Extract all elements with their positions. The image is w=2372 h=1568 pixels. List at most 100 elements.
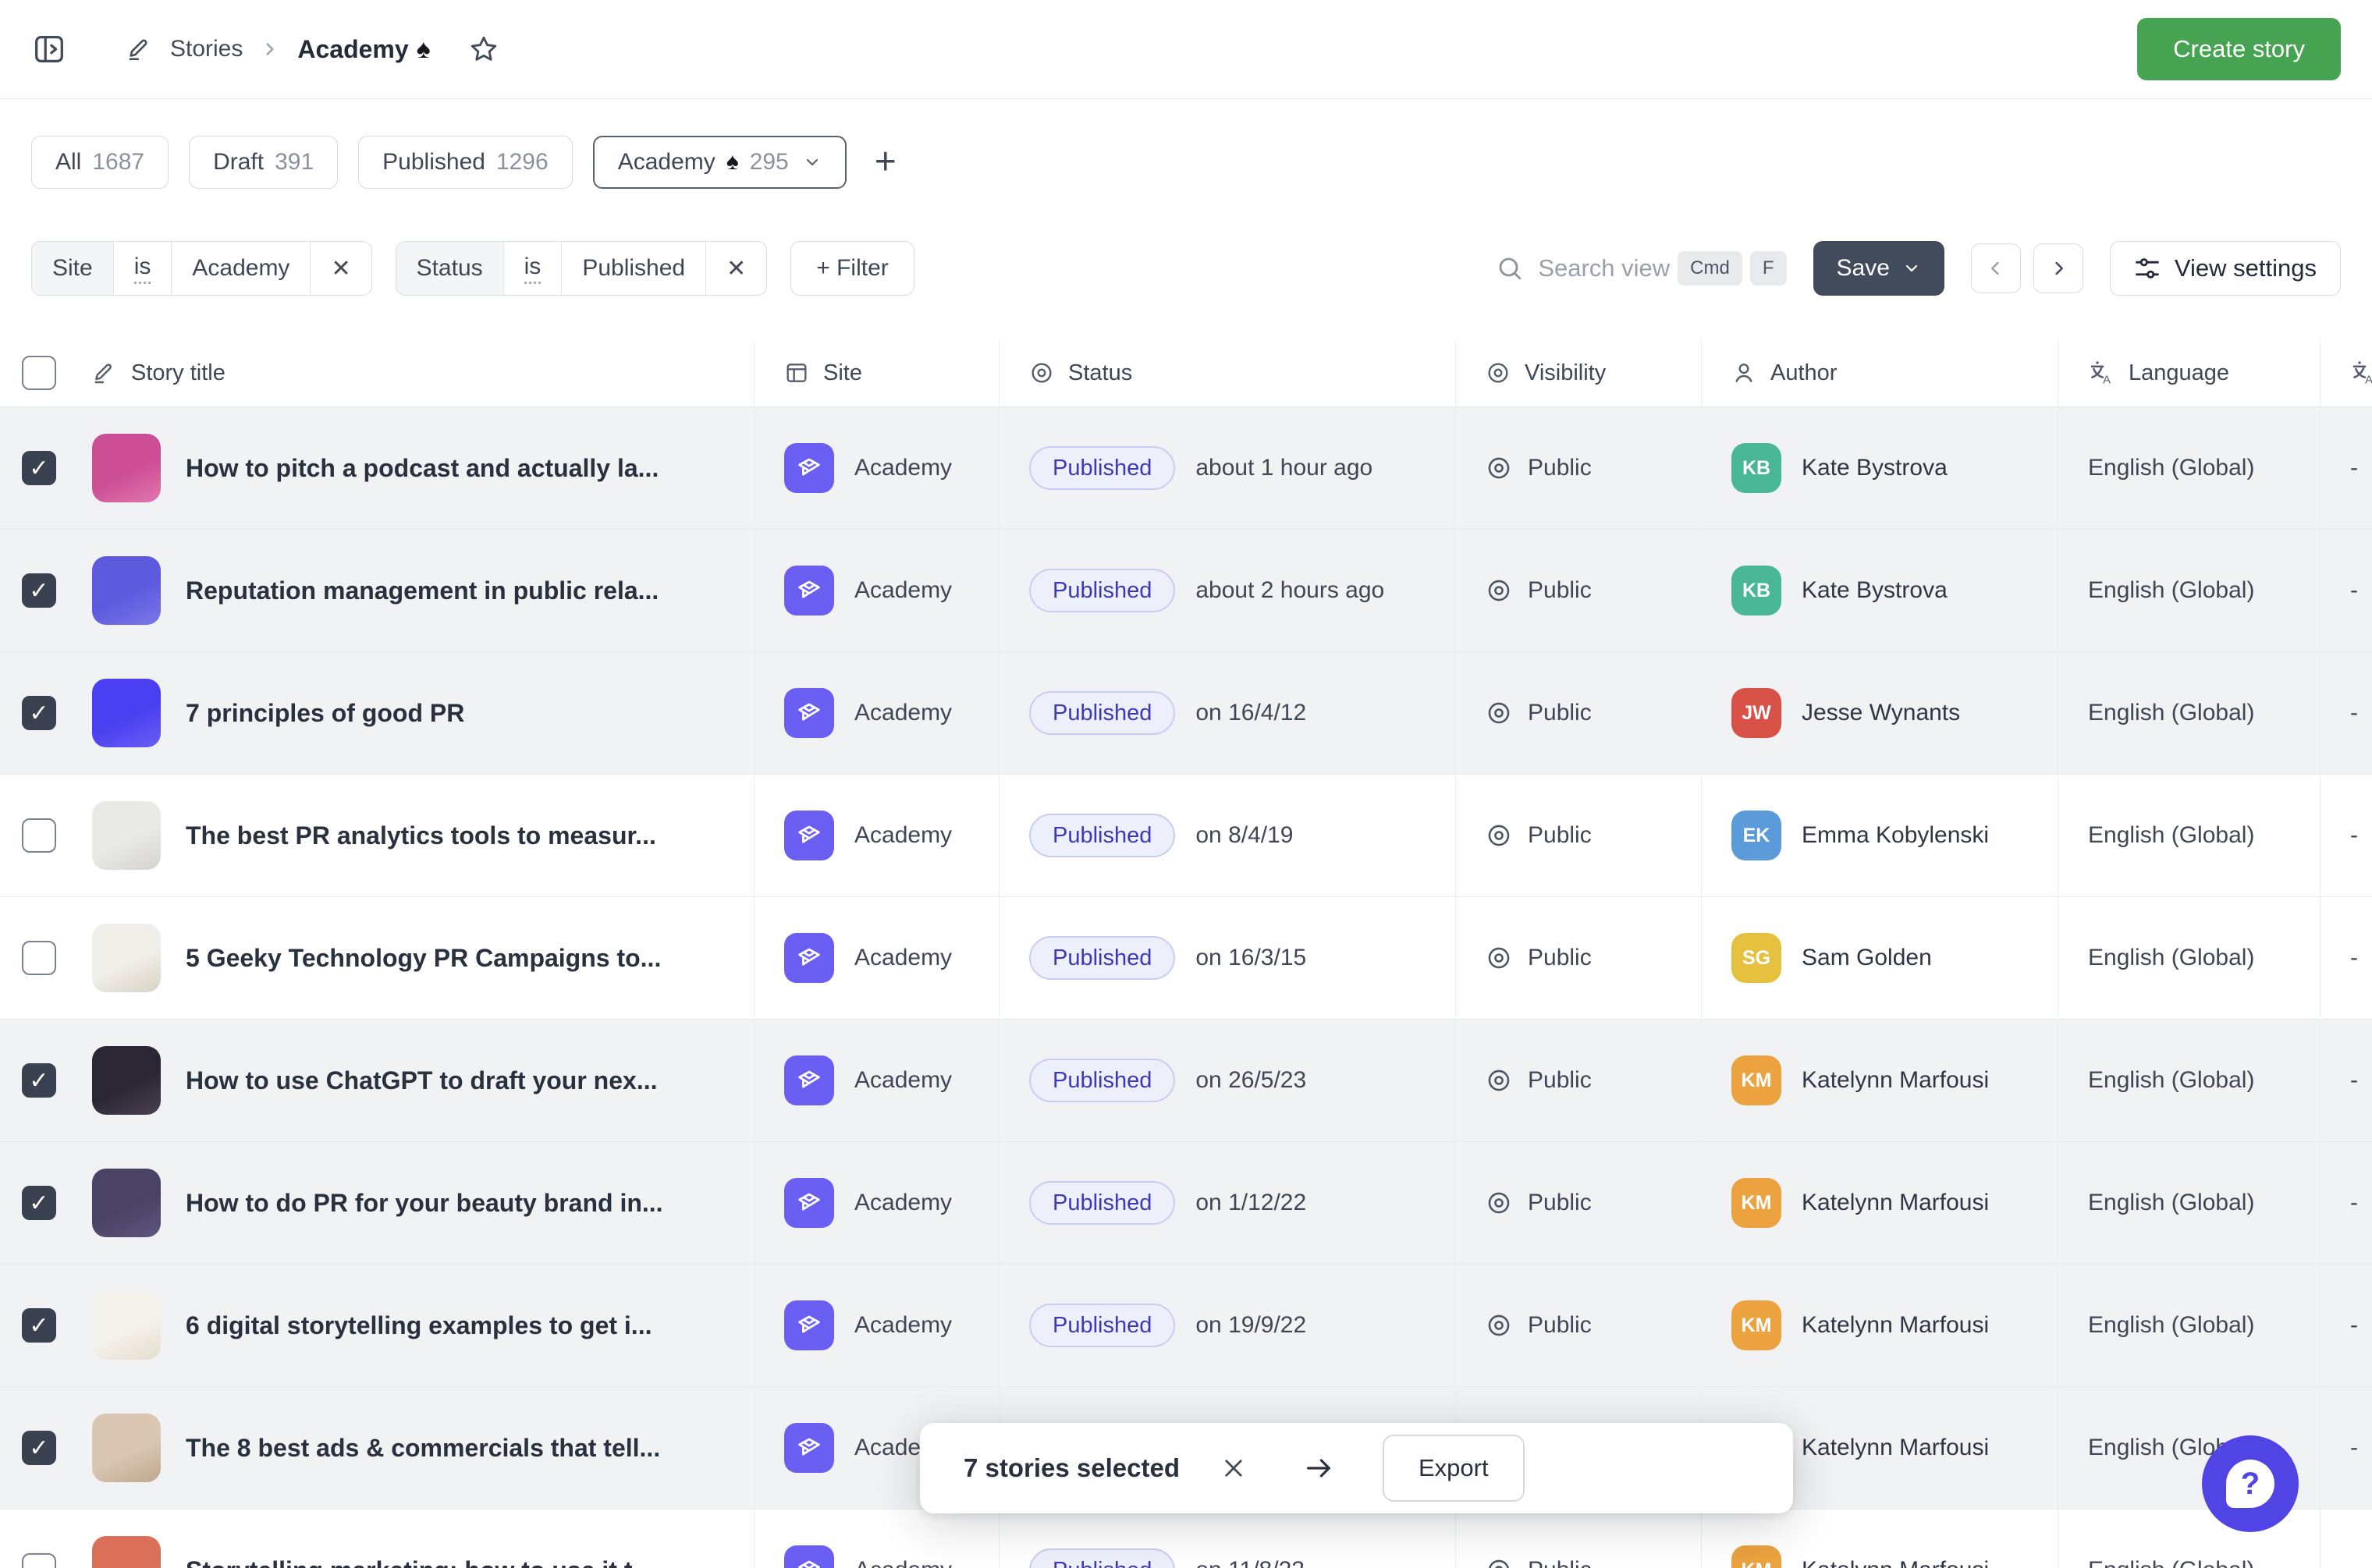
clear-selection-icon[interactable] [1220,1455,1247,1481]
author-name: Katelynn Marfousi [1802,1067,1989,1094]
visibility-icon [1486,360,1511,385]
view-settings-button[interactable]: View settings [2110,241,2341,296]
table-row[interactable]: 5 Geeky Technology PR Campaigns to... Ac… [0,897,2372,1020]
next-view-button[interactable] [2033,243,2083,293]
create-story-button[interactable]: Create story [2137,18,2341,80]
breadcrumb-stories-link[interactable]: Stories [170,36,243,62]
site-name: Academy [854,822,952,849]
story-title-cell: 5 Geeky Technology PR Campaigns to... [0,897,754,1019]
story-title-cell: ✓ Reputation management in public rela..… [0,530,754,651]
filter-operator[interactable]: is [504,242,563,295]
extra-value: - [2350,1067,2358,1094]
story-thumbnail [92,434,161,502]
published-date: on 8/4/19 [1195,822,1293,849]
select-all-checkbox[interactable] [22,356,56,390]
table-row[interactable]: ✓ 7 principles of good PR Academy Publis… [0,652,2372,775]
published-date: on 11/8/22 [1195,1557,1305,1568]
row-checkbox[interactable]: ✓ [22,1063,56,1098]
story-title[interactable]: The 8 best ads & commercials that tell..… [186,1434,660,1463]
site-logo-icon [784,1178,834,1228]
story-title[interactable]: How to do PR for your beauty brand in... [186,1189,663,1218]
table-row[interactable]: Storytelling marketing: how to use it t.… [0,1509,2372,1568]
story-title[interactable]: The best PR analytics tools to measur... [186,821,656,850]
save-view-button[interactable]: Save [1813,241,1944,296]
story-title[interactable]: Storytelling marketing: how to use it t.… [186,1556,653,1568]
published-date: about 2 hours ago [1195,577,1384,604]
add-filter-button[interactable]: + Filter [790,241,914,296]
table-row[interactable]: ✓ 6 digital storytelling examples to get… [0,1265,2372,1387]
tab-academy-active[interactable]: Academy ♠ 295 [593,136,847,189]
extra-value: - [2350,1557,2358,1568]
help-button[interactable]: ? [2202,1435,2299,1532]
status-cell: Published about 1 hour ago [999,407,1455,529]
site-name: Academy [854,455,952,481]
filter-field[interactable]: Status [396,242,504,295]
selection-count-text: 7 stories selected [964,1453,1180,1483]
story-title[interactable]: 5 Geeky Technology PR Campaigns to... [186,944,661,973]
sidebar-toggle-icon[interactable] [31,31,67,67]
column-site[interactable]: Site [754,339,999,406]
language-cell: English (Global) [2058,407,2320,529]
tab-all[interactable]: All1687 [31,136,169,189]
filter-value[interactable]: Academy [172,242,311,295]
visibility-icon [1486,945,1512,971]
selection-toolbar: 7 stories selected Export [920,1423,1793,1513]
column-visibility[interactable]: Visibility [1455,339,1701,406]
export-button[interactable]: Export [1383,1435,1525,1502]
row-checkbox[interactable] [22,941,56,975]
story-title[interactable]: 6 digital storytelling examples to get i… [186,1311,652,1340]
site-cell: Academy [754,775,999,896]
story-title-cell: ✓ How to do PR for your beauty brand in.… [0,1142,754,1264]
extra-cell: - [2320,1020,2372,1141]
spade-icon: ♠ [417,36,431,62]
column-story-title[interactable]: Story title [0,339,754,406]
row-checkbox[interactable]: ✓ [22,451,56,485]
status-cell: Published about 2 hours ago [999,530,1455,651]
column-extra[interactable]: A [2320,339,2372,406]
tab-draft[interactable]: Draft391 [189,136,338,189]
language-label: English (Global) [2088,455,2254,481]
extra-cell: - [2320,407,2372,529]
row-checkbox[interactable]: ✓ [22,1308,56,1343]
row-checkbox[interactable]: ✓ [22,1186,56,1220]
prev-view-button[interactable] [1971,243,2021,293]
column-status[interactable]: Status [999,339,1455,406]
author-name: Jesse Wynants [1802,700,1960,726]
more-actions-arrow-icon[interactable] [1303,1453,1334,1484]
filter-field[interactable]: Site [32,242,114,295]
status-cell: Published on 26/5/23 [999,1020,1455,1141]
site-cell: Academy [754,1265,999,1386]
table-row[interactable]: The best PR analytics tools to measur...… [0,775,2372,897]
row-checkbox[interactable] [22,818,56,853]
row-checkbox[interactable] [22,1553,56,1568]
add-view-button[interactable]: + [875,144,897,181]
story-title[interactable]: How to pitch a podcast and actually la..… [186,454,659,483]
search-view-input[interactable]: Search view [1496,254,1670,282]
site-logo-icon [784,566,834,615]
star-icon[interactable] [468,34,499,65]
row-checkbox[interactable]: ✓ [22,1431,56,1465]
column-author[interactable]: Author [1701,339,2058,406]
site-cell: Academy [754,407,999,529]
remove-filter-icon[interactable]: ✕ [311,242,371,295]
table-row[interactable]: ✓ Reputation management in public rela..… [0,530,2372,652]
table-row[interactable]: ✓ How to do PR for your beauty brand in.… [0,1142,2372,1265]
story-title[interactable]: 7 principles of good PR [186,699,464,728]
svg-text:A: A [2103,374,2111,386]
site-logo-icon [784,811,834,860]
tab-published[interactable]: Published1296 [358,136,573,189]
remove-filter-icon[interactable]: ✕ [706,242,766,295]
table-row[interactable]: ✓ How to use ChatGPT to draft your nex..… [0,1020,2372,1142]
filter-operator[interactable]: is [114,242,172,295]
language-cell: English (Global) [2058,1142,2320,1264]
column-language[interactable]: A Language [2058,339,2320,406]
author-name: Kate Bystrova [1802,455,1948,481]
visibility-icon [1486,822,1512,849]
translate-icon: A [2088,360,2115,386]
row-checkbox[interactable]: ✓ [22,696,56,730]
row-checkbox[interactable]: ✓ [22,573,56,608]
story-title[interactable]: Reputation management in public rela... [186,576,659,605]
table-row[interactable]: ✓ How to pitch a podcast and actually la… [0,407,2372,530]
story-title[interactable]: How to use ChatGPT to draft your nex... [186,1066,657,1095]
filter-value[interactable]: Published [562,242,706,295]
